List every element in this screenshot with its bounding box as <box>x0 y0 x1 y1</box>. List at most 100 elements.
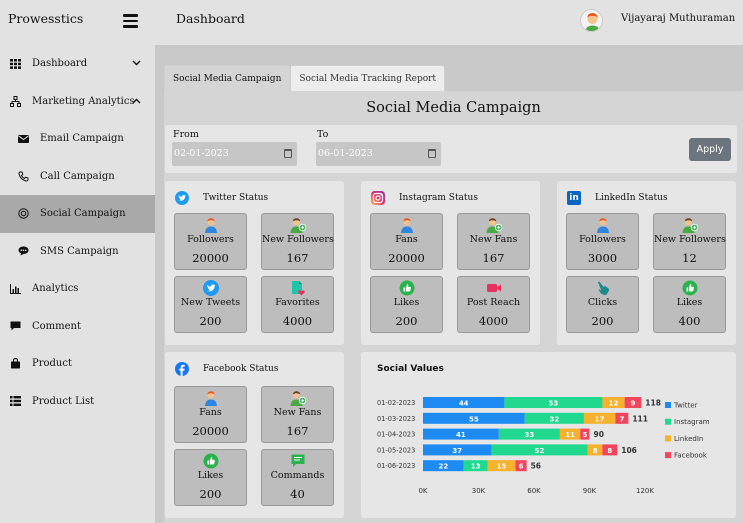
add-user-icon <box>290 390 307 406</box>
campaign-panel: Social Media Campaign From 02-01-2023 To… <box>164 91 743 523</box>
twitter-status-card: Twitter Status Followers 20000 New Follo… <box>165 181 344 345</box>
x-tick-label: 0K <box>418 487 427 495</box>
data-label: 11 <box>565 431 575 439</box>
social-values-card: Social Values 01-02-2023 44 53 12 9 118 01-03-… <box>361 352 736 518</box>
instagram-status-card: Instagram Status Fans 20000 New Fans 167… <box>361 181 540 345</box>
favorite-file-icon <box>290 280 306 296</box>
data-label: 12 <box>609 400 619 408</box>
sidebar-item-analytics[interactable]: Analytics <box>0 270 155 308</box>
tab-social-media-campaign[interactable]: Social Media Campaign <box>164 65 291 91</box>
total-label: 111 <box>632 414 648 423</box>
pointer-hand-icon <box>595 280 611 296</box>
social-values-chart: 01-02-2023 44 53 12 9 11801-03-2023 55 32 17 7 111… <box>377 397 710 495</box>
from-date-input[interactable]: 02-01-2023 <box>172 142 297 166</box>
data-label: 33 <box>525 431 535 439</box>
tab-social-media-tracking-report[interactable]: Social Media Tracking Report <box>290 65 446 91</box>
bar-chart-icon <box>10 283 21 294</box>
linkedin-followers-box: Followers 3000 <box>566 213 639 270</box>
metric-value: 200 <box>591 314 614 328</box>
y-tick-label: 01-02-2023 <box>377 399 415 407</box>
legend-marker <box>665 452 671 459</box>
y-tick-label: 01-03-2023 <box>377 415 415 423</box>
linkedin-status-header: in LinkedIn Status <box>567 191 668 205</box>
sidebar-item-label: Analytics <box>32 283 79 295</box>
user-name[interactable]: Vijayaraj Muthuraman <box>621 13 735 24</box>
add-user-icon <box>290 217 307 233</box>
data-label: 37 <box>452 447 462 455</box>
chevron-down-icon <box>132 58 141 69</box>
x-tick-label: 60K <box>527 487 541 495</box>
twitter-followers-box: Followers 20000 <box>174 213 247 270</box>
instagram-status-header: Instagram Status <box>371 191 478 205</box>
metric-label: Commands <box>270 470 325 481</box>
instagram-fans-box: Fans 20000 <box>370 213 443 270</box>
user-icon <box>595 217 611 233</box>
data-label: 13 <box>471 463 481 471</box>
hamburger-menu-icon[interactable] <box>123 14 138 28</box>
sitemap-icon <box>10 95 21 107</box>
linkedin-new-followers-box: New Followers 12 <box>653 213 726 270</box>
facebook-status-title: Facebook Status <box>203 364 279 374</box>
campaign-title: Social Media Campaign <box>366 100 541 116</box>
from-label: From <box>173 129 199 140</box>
linkedin-likes-box: Likes 400 <box>653 276 726 333</box>
twitter-new-tweets-box: New Tweets 200 <box>174 276 247 333</box>
calendar-icon[interactable] <box>428 149 436 158</box>
sidebar-item-label: Dashboard <box>32 58 88 70</box>
metric-value: 20000 <box>192 424 229 438</box>
target-icon <box>18 208 29 219</box>
chat-bubble-icon <box>290 453 306 469</box>
facebook-status-header: Facebook Status <box>175 362 278 376</box>
x-tick-label: 90K <box>583 487 597 495</box>
sidebar-item-sms-campaign[interactable]: SMS Campaign <box>0 233 155 271</box>
linkedin-clicks-box: Clicks 200 <box>566 276 639 333</box>
metric-label: Likes <box>197 470 224 481</box>
facebook-likes-box: Likes 200 <box>174 449 247 506</box>
data-label: 7 <box>619 415 624 423</box>
instagram-logo-icon <box>371 191 385 205</box>
phone-icon <box>18 171 29 182</box>
metric-value: 200 <box>199 487 222 501</box>
metric-value: 400 <box>678 314 701 328</box>
sidebar-nav: Dashboard Marketing Analytics Email Camp… <box>0 45 155 420</box>
sidebar-item-dashboard[interactable]: Dashboard <box>0 45 155 83</box>
metric-label: Likes <box>676 297 703 308</box>
sidebar-item-product[interactable]: Product <box>0 345 155 383</box>
envelope-icon <box>18 133 29 144</box>
calendar-icon[interactable] <box>284 149 292 158</box>
sidebar-item-product-list[interactable]: Product List <box>0 383 155 421</box>
to-date-input[interactable]: 06-01-2023 <box>316 142 441 166</box>
total-label: 118 <box>645 399 661 408</box>
sidebar-item-social-campaign[interactable]: Social Campaign <box>0 195 155 233</box>
y-tick-label: 01-05-2023 <box>377 446 415 454</box>
sidebar-item-call-campaign[interactable]: Call Campaign <box>0 158 155 196</box>
chevron-up-icon <box>132 96 141 107</box>
sidebar: Prowesstics Dashboard Marketing Analytic… <box>0 0 155 523</box>
metric-label: New Fans <box>469 234 518 245</box>
metric-label: New Tweets <box>180 297 241 308</box>
metric-value: 20000 <box>388 251 425 265</box>
data-label: 22 <box>438 463 448 471</box>
to-date-value: 06-01-2023 <box>318 148 373 159</box>
user-icon <box>399 217 415 233</box>
metric-value: 167 <box>286 251 309 265</box>
top-bar: Dashboard Vijayaraj Muthuraman <box>155 0 743 45</box>
instagram-new-fans-box: New Fans 167 <box>457 213 530 270</box>
metric-label: Clicks <box>587 297 618 308</box>
data-label: 8 <box>607 447 612 455</box>
avatar[interactable] <box>580 9 603 32</box>
total-label: 56 <box>531 462 541 471</box>
metric-value: 4000 <box>282 314 313 328</box>
sidebar-item-comment[interactable]: Comment <box>0 308 155 346</box>
data-label: 55 <box>469 415 479 423</box>
data-label: 52 <box>535 447 545 455</box>
data-label: 6 <box>519 463 524 471</box>
sidebar-item-marketing-analytics[interactable]: Marketing Analytics <box>0 83 155 121</box>
x-tick-label: 30K <box>472 487 486 495</box>
from-date-value: 02-01-2023 <box>174 148 229 159</box>
data-label: 5 <box>582 431 587 439</box>
apply-button[interactable]: Apply <box>689 138 731 161</box>
sidebar-item-email-campaign[interactable]: Email Campaign <box>0 120 155 158</box>
add-user-icon <box>682 217 699 233</box>
metric-label: Fans <box>199 407 222 418</box>
